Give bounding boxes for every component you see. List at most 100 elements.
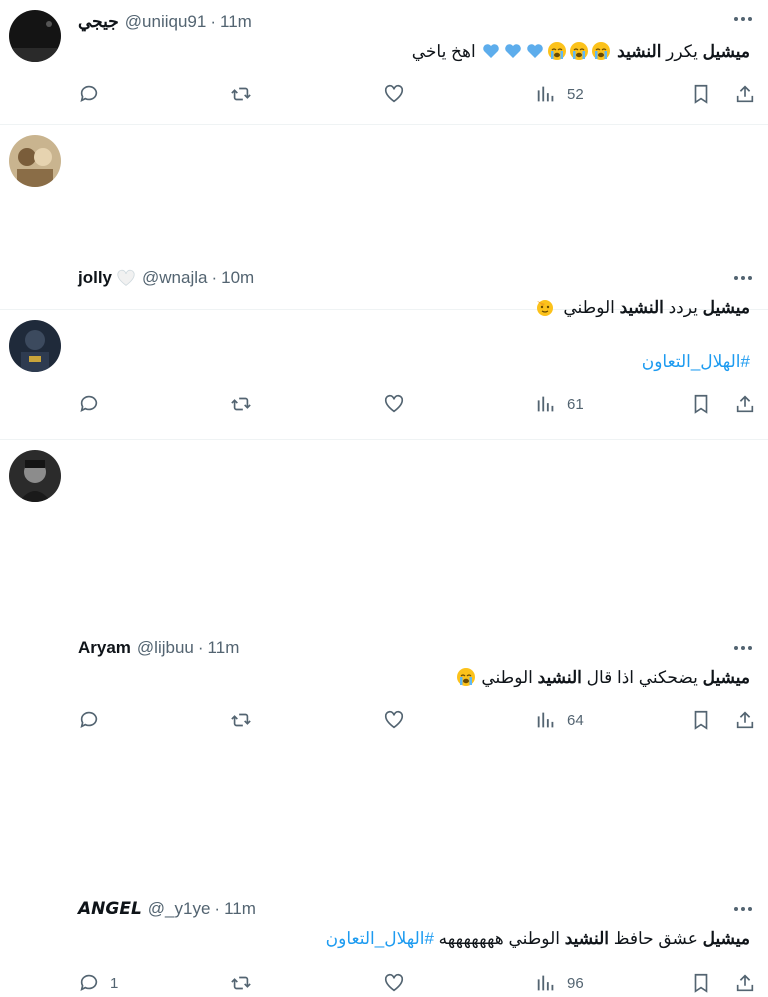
timestamp[interactable]: 11m xyxy=(224,899,256,919)
text-bold: النشيد xyxy=(564,929,609,948)
text-bold: النشيد xyxy=(537,668,582,687)
display-name[interactable]: 𝘼𝙉𝙂𝙀𝙇 xyxy=(78,899,142,919)
separator-dot: · xyxy=(197,638,204,657)
share-button[interactable] xyxy=(734,80,756,108)
more-options-icon[interactable] xyxy=(732,271,754,285)
tweet-header: Aryam @lijbuu · 11m xyxy=(78,638,239,658)
tweet-text: ميشيل يكرر النشيد اهخ ياخي xyxy=(412,41,750,62)
text-bold: ميشيل xyxy=(702,929,750,948)
analytics-icon xyxy=(537,712,554,728)
like-button[interactable] xyxy=(383,706,405,734)
action-bar: 64 xyxy=(0,706,768,734)
avatar[interactable] xyxy=(9,450,61,502)
display-name[interactable]: جيجي xyxy=(78,12,119,32)
separator-dot: · xyxy=(211,268,218,287)
tweet-feed: جيجي @uniiqu91 · 11m ميشيل يكرر النشيد ا… xyxy=(0,0,768,993)
text-tail: الوطني هههههههه xyxy=(433,929,565,948)
heart-icon xyxy=(384,84,404,103)
retweet-icon xyxy=(231,87,251,101)
view-count: 64 xyxy=(567,711,584,729)
reply-button[interactable]: 1 xyxy=(78,969,118,997)
analytics-icon xyxy=(537,975,554,991)
text-tail: اهخ ياخي xyxy=(411,42,481,61)
text-mid: يضحكني اذا قال xyxy=(581,668,703,687)
blue-heart-icon xyxy=(483,44,500,58)
tweet-header: jolly @wnajla · 10m xyxy=(78,268,254,288)
action-bar: 1 96 xyxy=(0,969,768,997)
views-button[interactable]: 52 xyxy=(535,80,584,108)
timestamp[interactable]: 11m xyxy=(208,638,240,658)
tweet-text: ميشيل عشق حافظ النشيد الوطني هههههههه #ا… xyxy=(326,929,750,949)
share-icon xyxy=(736,85,754,103)
retweet-icon xyxy=(231,976,251,990)
avatar[interactable] xyxy=(9,135,61,187)
like-button[interactable] xyxy=(383,80,405,108)
user-handle[interactable]: @lijbuu xyxy=(137,638,194,658)
tweet[interactable]: Aryam @lijbuu · 11m ميشيل يضحكني اذا قال… xyxy=(0,310,768,730)
share-icon xyxy=(736,711,754,729)
text-bold: النشيد xyxy=(617,42,662,61)
text-mid: يكرر xyxy=(661,42,703,61)
separator-dot: · xyxy=(210,12,217,31)
retweet-button[interactable] xyxy=(230,969,252,997)
retweet-button[interactable] xyxy=(230,80,252,108)
bookmark-icon xyxy=(694,84,708,104)
text-bold: ميشيل xyxy=(702,668,750,687)
tweet-header: جيجي @uniiqu91 · 11m xyxy=(78,12,252,32)
avatar[interactable] xyxy=(9,320,61,372)
text-tail: الوطني xyxy=(481,668,538,687)
views-button[interactable]: 96 xyxy=(535,969,584,997)
user-handle[interactable]: @uniiqu91 xyxy=(125,12,207,32)
reply-button[interactable] xyxy=(78,80,110,108)
share-icon xyxy=(736,974,754,992)
reply-icon xyxy=(80,974,98,991)
timestamp[interactable]: 11m xyxy=(220,12,252,32)
reply-icon xyxy=(80,85,98,102)
retweet-icon xyxy=(231,713,251,727)
avatar[interactable] xyxy=(9,10,61,62)
bookmark-button[interactable] xyxy=(690,969,712,997)
heart-icon xyxy=(384,973,404,992)
tweet[interactable]: جيجي @uniiqu91 · 11m ميشيل يكرر النشيد ا… xyxy=(0,0,768,125)
crying-face-icon xyxy=(592,42,611,60)
text-bold: ميشيل xyxy=(702,42,750,61)
tweet-text: ميشيل يضحكني اذا قال النشيد الوطني xyxy=(455,667,750,688)
view-count: 96 xyxy=(567,974,584,992)
retweet-button[interactable] xyxy=(230,706,252,734)
display-name[interactable]: jolly xyxy=(78,268,112,288)
share-button[interactable] xyxy=(734,706,756,734)
tweet-header: 𝘼𝙉𝙂𝙀𝙇 @_y1ye · 11m xyxy=(78,899,256,919)
like-button[interactable] xyxy=(383,969,405,997)
white-heart-icon xyxy=(117,269,135,286)
hashtag-link[interactable]: #الهلال_التعاون xyxy=(326,929,434,948)
more-options-icon[interactable] xyxy=(732,902,754,916)
action-bar: 52 xyxy=(0,80,768,108)
bookmark-button[interactable] xyxy=(690,80,712,108)
reply-icon xyxy=(80,711,98,728)
separator-dot: · xyxy=(214,899,221,918)
tweet[interactable]: jolly @wnajla · 10m ميشيل يردد النشيد ال… xyxy=(0,125,768,414)
bookmark-icon xyxy=(694,710,708,730)
blue-heart-icon xyxy=(505,44,522,58)
crying-face-icon xyxy=(456,668,475,686)
crying-face-icon xyxy=(570,42,589,60)
bookmark-icon xyxy=(694,973,708,993)
tweet[interactable]: 𝘼𝙉𝙂𝙀𝙇 @_y1ye · 11m ميشيل عشق حافظ النشيد… xyxy=(0,440,768,993)
reply-button[interactable] xyxy=(78,706,110,734)
display-name[interactable]: Aryam xyxy=(78,638,131,658)
text-mid: عشق حافظ xyxy=(608,929,703,948)
blue-heart-icon xyxy=(527,44,544,58)
user-handle[interactable]: @wnajla xyxy=(142,268,207,288)
more-options-icon[interactable] xyxy=(732,641,754,655)
heart-icon xyxy=(384,710,404,729)
reply-count: 1 xyxy=(110,974,119,992)
share-button[interactable] xyxy=(734,969,756,997)
views-button[interactable]: 64 xyxy=(535,706,584,734)
analytics-icon xyxy=(537,86,554,102)
crying-face-icon xyxy=(548,42,567,60)
bookmark-button[interactable] xyxy=(690,706,712,734)
more-options-icon[interactable] xyxy=(732,12,754,26)
view-count: 52 xyxy=(567,85,584,103)
user-handle[interactable]: @_y1ye xyxy=(148,899,211,919)
timestamp[interactable]: 10m xyxy=(221,268,254,288)
